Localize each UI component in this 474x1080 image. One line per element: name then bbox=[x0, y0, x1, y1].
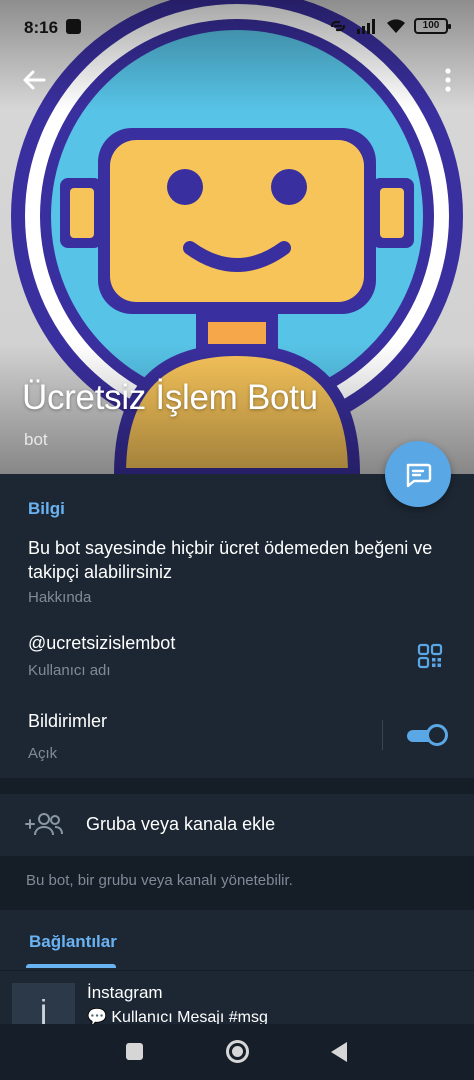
notification-icon bbox=[66, 19, 81, 34]
add-members-icon bbox=[25, 813, 63, 836]
status-icons: 100 bbox=[328, 18, 451, 34]
profile-photo[interactable]: 8:16 100 Ücretsiz İşlem Botu bot bbox=[0, 0, 474, 474]
hint-area: Bu bot, bir grubu veya kanalı yönetebili… bbox=[0, 856, 474, 910]
system-back-button[interactable] bbox=[331, 1042, 347, 1062]
link-list-item[interactable]: İ İnstagram 💬 Kullanıcı Mesajı #msg bbox=[0, 970, 474, 1032]
link-thumbnail: İ bbox=[12, 983, 75, 1032]
add-to-group-button[interactable]: Gruba veya kanala ekle bbox=[0, 794, 474, 856]
status-bar: 8:16 100 bbox=[0, 0, 474, 56]
toggle-knob bbox=[426, 724, 448, 746]
more-vertical-icon[interactable] bbox=[442, 66, 454, 94]
info-section-title: Bilgi bbox=[28, 499, 65, 518]
tab-indicator bbox=[26, 964, 116, 968]
message-icon bbox=[406, 463, 432, 488]
add-hint-text: Bu bot, bir grubu veya kanalı yönetebili… bbox=[26, 872, 293, 889]
recents-button[interactable] bbox=[126, 1043, 143, 1060]
notifications-toggle[interactable] bbox=[407, 723, 449, 747]
qr-code-icon[interactable] bbox=[417, 643, 443, 669]
profile-name: Ücretsiz İşlem Botu bbox=[22, 378, 318, 417]
message-button[interactable] bbox=[385, 441, 451, 507]
notifications-title[interactable]: Bildirimler bbox=[28, 711, 107, 732]
home-button[interactable] bbox=[226, 1040, 249, 1063]
about-text[interactable]: Bu bot sayesinde hiçbir ücret ödemeden b… bbox=[28, 536, 458, 584]
battery-icon: 100 bbox=[414, 18, 451, 34]
notifications-status: Açık bbox=[28, 745, 58, 762]
about-label: Hakkında bbox=[28, 589, 92, 606]
system-nav-bar bbox=[0, 1024, 474, 1080]
profile-subtitle: bot bbox=[24, 430, 48, 449]
wifi-icon bbox=[387, 19, 405, 33]
tab-links[interactable]: Bağlantılar bbox=[29, 932, 117, 952]
username[interactable]: @ucretsizislembot bbox=[28, 633, 175, 654]
link-title: İnstagram bbox=[87, 983, 163, 1002]
signal-icon bbox=[357, 19, 375, 34]
status-time: 8:16 bbox=[24, 18, 59, 37]
tabs-bar: Bağlantılar bbox=[0, 910, 474, 970]
username-label: Kullanıcı adı bbox=[28, 662, 111, 679]
vertical-divider bbox=[382, 720, 383, 750]
add-to-group-label: Gruba veya kanala ekle bbox=[86, 814, 276, 834]
info-section bbox=[0, 474, 474, 778]
back-arrow-icon[interactable] bbox=[18, 64, 50, 96]
link-icon bbox=[330, 20, 346, 32]
section-gap bbox=[0, 778, 474, 794]
